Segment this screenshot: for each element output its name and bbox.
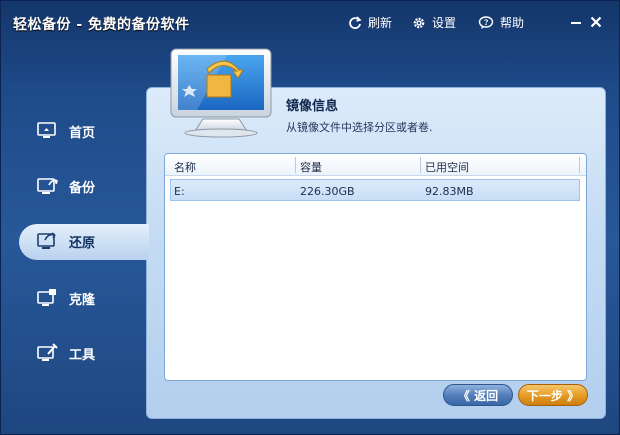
column-header-used[interactable]: 已用空间 xyxy=(425,159,469,175)
column-header-capacity[interactable]: 容量 xyxy=(300,159,322,175)
column-divider[interactable] xyxy=(579,157,580,173)
section-description: 从镜像文件中选择分区或者卷. xyxy=(286,121,433,134)
sidebar-item-restore[interactable]: 还原 xyxy=(19,223,159,259)
sidebar-item-home[interactable]: 首页 xyxy=(19,113,159,149)
cell-capacity: 226.30GB xyxy=(300,185,355,198)
settings-label: 设置 xyxy=(432,16,457,30)
sidebar-item-clone[interactable]: 克隆 xyxy=(19,280,159,316)
close-button[interactable] xyxy=(587,13,605,31)
sidebar-item-label: 工具 xyxy=(69,347,96,363)
help-bubble-icon xyxy=(478,15,494,29)
gear-icon xyxy=(413,17,425,28)
refresh-icon xyxy=(349,15,362,29)
table-header: 名称 容量 已用空间 xyxy=(165,154,586,176)
backup-monitor-icon xyxy=(35,175,59,197)
home-monitor-icon xyxy=(35,120,59,142)
cell-used: 92.83MB xyxy=(425,185,474,198)
table-row[interactable]: E: 226.30GB 92.83MB xyxy=(170,179,580,201)
column-divider[interactable] xyxy=(420,157,421,173)
minimize-icon xyxy=(571,22,581,24)
section-title: 镜像信息 xyxy=(286,99,339,114)
sidebar-item-tools[interactable]: 工具 xyxy=(19,335,159,371)
refresh-button[interactable]: 刷新 xyxy=(348,14,392,31)
sidebar-item-backup[interactable]: 备份 xyxy=(19,168,159,204)
sidebar-item-label: 克隆 xyxy=(69,292,96,308)
restore-monitor-illustration xyxy=(170,48,272,138)
tools-monitor-icon xyxy=(35,342,59,364)
next-button[interactable]: 下一步 》 xyxy=(518,384,588,406)
sidebar-item-label: 还原 xyxy=(69,235,96,251)
app-window: 轻松备份 - 免费的备份软件 刷新 设置 帮助 首页 备份 还原 克隆 工具 镜… xyxy=(0,0,620,435)
cell-name: E: xyxy=(174,185,185,198)
clone-monitor-icon xyxy=(35,287,59,309)
restore-monitor-icon xyxy=(35,230,59,252)
refresh-label: 刷新 xyxy=(368,16,393,30)
close-icon xyxy=(590,16,602,28)
app-title: 轻松备份 - 免费的备份软件 xyxy=(13,17,190,33)
settings-button[interactable]: 设置 xyxy=(412,14,456,31)
minimize-button[interactable] xyxy=(567,13,585,31)
sidebar-item-label: 备份 xyxy=(69,180,96,196)
column-divider[interactable] xyxy=(295,157,296,173)
title-bar: 轻松备份 - 免费的备份软件 刷新 设置 帮助 xyxy=(1,1,619,45)
sidebar-item-label: 首页 xyxy=(69,125,96,141)
partition-table: 名称 容量 已用空间 E: 226.30GB 92.83MB xyxy=(164,153,587,381)
help-button[interactable]: 帮助 xyxy=(478,14,524,31)
back-button[interactable]: 《 返回 xyxy=(443,384,513,406)
column-header-name[interactable]: 名称 xyxy=(174,159,196,175)
help-label: 帮助 xyxy=(500,16,525,30)
